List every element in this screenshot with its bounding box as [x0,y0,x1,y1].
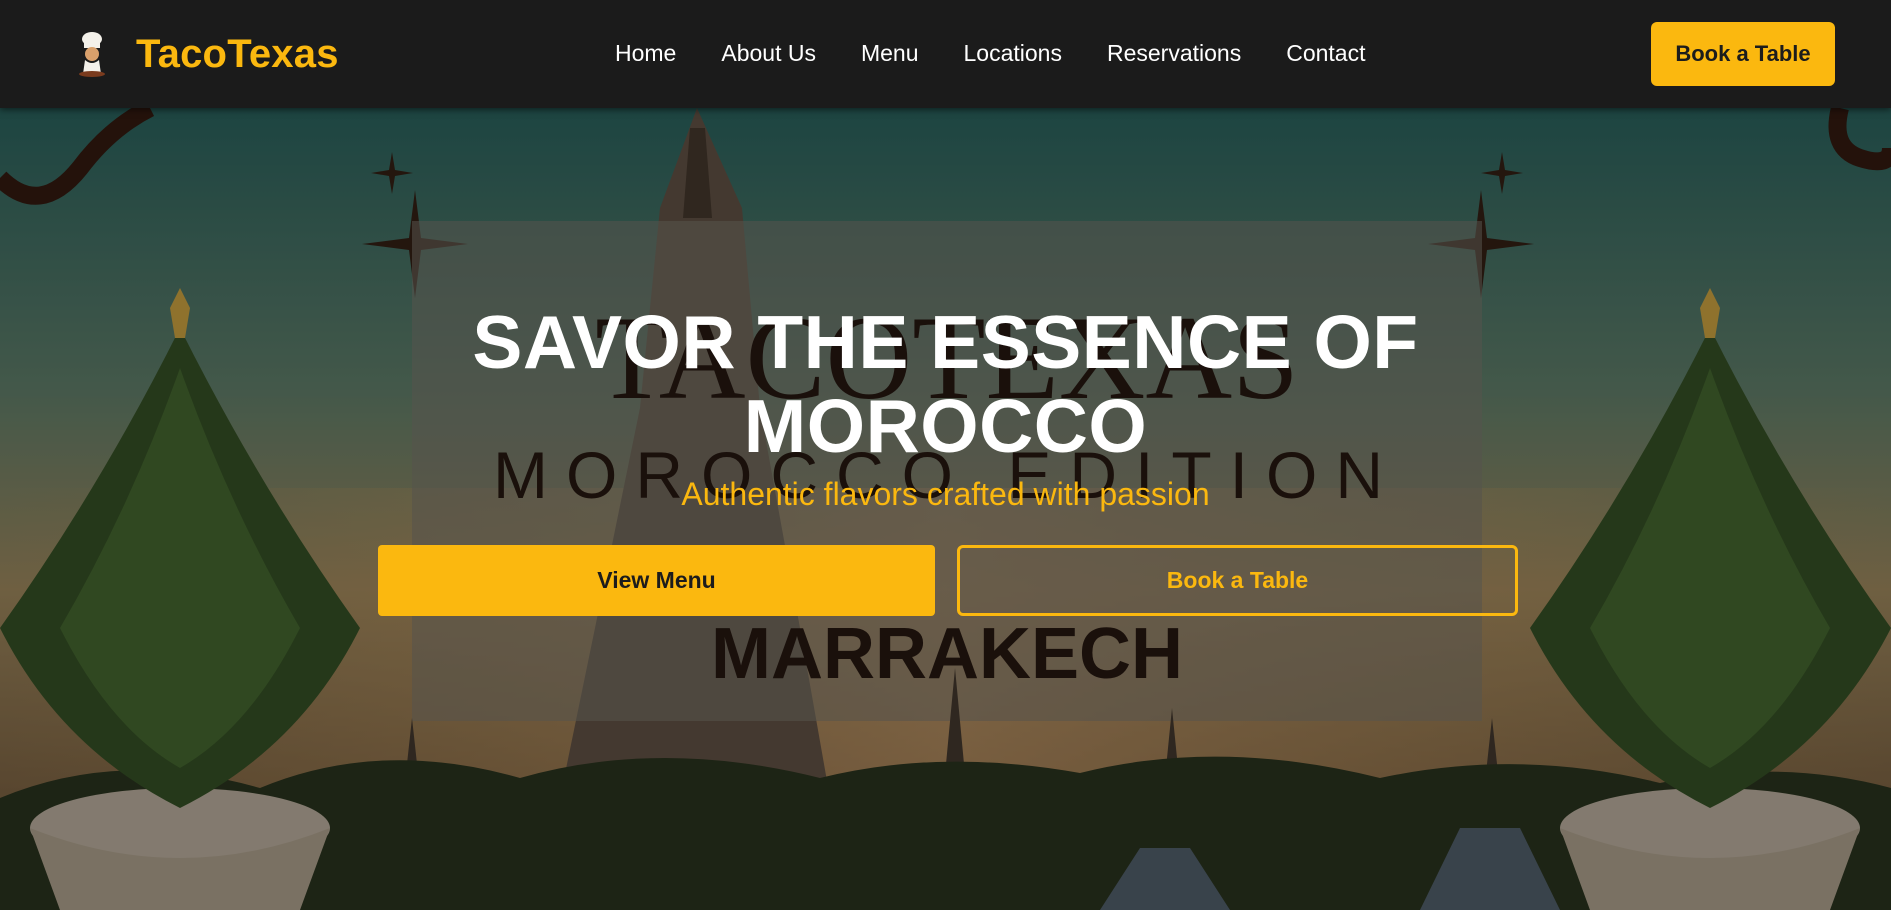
nav-link-home[interactable]: Home [615,38,676,68]
nav-link-menu[interactable]: Menu [861,38,919,68]
hero-section: TACOTEXAS MOROCCO EDITION MARRAKECH SAVO… [0,108,1891,910]
main-nav: Home About Us Menu Locations Reservation… [615,38,1410,68]
nav-link-contact[interactable]: Contact [1286,38,1365,68]
view-menu-button[interactable]: View Menu [378,545,935,616]
hero-title: SAVOR THE ESSENCE OF MOROCCO [0,300,1891,468]
chef-mascot-icon [79,32,105,77]
nav-link-reservations[interactable]: Reservations [1107,38,1241,68]
nav-link-about-us[interactable]: About Us [721,38,816,68]
brand-name[interactable]: TacoTexas [136,32,339,77]
hero-book-table-button[interactable]: Book a Table [957,545,1518,616]
nav-book-table-button[interactable]: Book a Table [1651,22,1835,86]
hero-subtitle: Authentic flavors crafted with passion [681,476,1210,512]
brand[interactable]: TacoTexas [72,28,339,80]
top-navbar: TacoTexas Home About Us Menu Locations R… [0,0,1891,108]
hero-title-line1: SAVOR THE ESSENCE OF [472,300,1419,384]
hero-title-line2: MOROCCO [743,384,1148,468]
nav-link-locations[interactable]: Locations [964,38,1062,68]
